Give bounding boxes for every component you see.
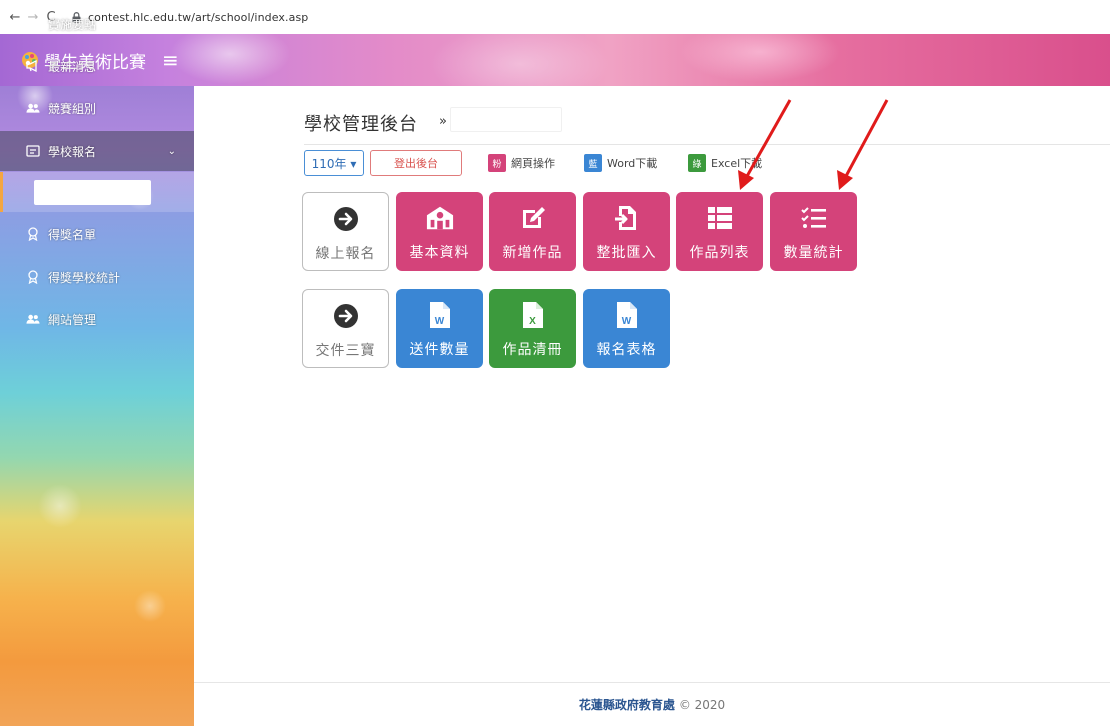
tile-label: 作品列表 (689, 245, 750, 261)
award-icon (26, 227, 40, 241)
word-file-icon: W (613, 301, 641, 329)
sidebar-item-guidelines[interactable]: 實施要點 (0, 4, 194, 44)
excel-file-icon: X (519, 301, 547, 329)
school-name-field (450, 107, 562, 132)
footer-copyright: © 2020 (678, 697, 726, 712)
page-title: 學校管理後台 (304, 114, 418, 135)
users-icon (26, 101, 40, 115)
legend-label: 網頁操作 (511, 157, 555, 170)
sidebar-item-groups[interactable]: 競賽組別 (0, 88, 194, 128)
tile-label: 交件三寶 (315, 343, 376, 359)
arrow-circle-right-icon (332, 205, 360, 233)
logout-button[interactable]: 登出後台 (370, 150, 462, 176)
school-icon (426, 204, 454, 232)
award-icon (26, 270, 40, 284)
legend-excel: 綠 Excel下載 (688, 154, 762, 172)
sidebar-item-label: 實施要點 (48, 17, 97, 32)
edit-icon (519, 204, 547, 232)
submenu-field[interactable] (34, 180, 151, 205)
work-register-button[interactable]: X 作品清冊 (489, 289, 576, 368)
submission-count-button[interactable]: W 送件數量 (396, 289, 483, 368)
sidebar-item-label: 最新消息 (48, 59, 97, 74)
legend-swatch: 藍 (584, 154, 602, 172)
legend-web: 粉 網頁操作 (488, 154, 555, 172)
legend-label: Excel下載 (711, 157, 763, 170)
svg-text:W: W (434, 316, 444, 327)
sidebar-item-label: 得獎名單 (48, 227, 97, 242)
import-icon (613, 204, 641, 232)
legend-swatch: 粉 (488, 154, 506, 172)
sidebar-item-label: 競賽組別 (48, 101, 97, 116)
legend-swatch: 綠 (688, 154, 706, 172)
table-icon (706, 204, 734, 232)
sidebar-item-news[interactable]: 最新消息 (0, 46, 194, 86)
footer-org: 花蓮縣政府教育處 (578, 698, 675, 712)
tile-label: 新增作品 (502, 245, 563, 261)
sidebar-item-school-signup[interactable]: 學校報名 ⌄ (0, 131, 194, 171)
legend-word: 藍 Word下載 (584, 154, 657, 172)
count-stats-button[interactable]: 數量統計 (770, 192, 857, 271)
sidebar-item-school-stats[interactable]: 得獎學校統計 (0, 257, 194, 297)
file-icon (26, 17, 40, 31)
svg-text:W: W (621, 316, 631, 327)
basic-info-button[interactable]: 基本資料 (396, 192, 483, 271)
megaphone-icon (26, 59, 40, 73)
batch-import-button[interactable]: 整批匯入 (583, 192, 670, 271)
breadcrumb-separator: » (439, 114, 447, 129)
tile-label: 數量統計 (783, 245, 844, 261)
sidebar-item-label: 學校報名 (48, 144, 97, 159)
sidebar-item-winners[interactable]: 得獎名單 (0, 214, 194, 254)
legend-label: Word下載 (607, 157, 658, 170)
online-signup-button[interactable]: 線上報名 (302, 192, 389, 271)
signup-form-button[interactable]: W 報名表格 (583, 289, 670, 368)
main-content: 學校管理後台 » 110年 ▾ 登出後台 粉 網頁操作 藍 Word下載 綠 E… (194, 86, 1110, 682)
tile-label: 報名表格 (596, 342, 657, 358)
tile-label: 基本資料 (409, 245, 470, 261)
work-list-button[interactable]: 作品列表 (676, 192, 763, 271)
sidebar-item-site-admin[interactable]: 網站管理 (0, 299, 194, 339)
tile-label: 線上報名 (315, 246, 376, 262)
divider (304, 144, 1110, 145)
arrow-circle-right-icon (332, 302, 360, 330)
year-select[interactable]: 110年 ▾ (304, 150, 364, 176)
signup-icon (26, 144, 40, 158)
checklist-icon (800, 204, 828, 232)
add-work-button[interactable]: 新增作品 (489, 192, 576, 271)
sidebar-item-label: 得獎學校統計 (48, 270, 121, 285)
svg-text:X: X (529, 316, 537, 327)
sidebar-item-label: 網站管理 (48, 312, 97, 327)
users-icon (26, 312, 40, 326)
tile-label: 整批匯入 (596, 245, 657, 261)
chevron-down-icon: ⌄ (167, 145, 176, 157)
submission-kit-button[interactable]: 交件三寶 (302, 289, 389, 368)
tile-label: 作品清冊 (502, 342, 563, 358)
footer: 花蓮縣政府教育處 © 2020 (194, 682, 1110, 726)
tile-label: 送件數量 (409, 342, 470, 358)
word-file-icon: W (426, 301, 454, 329)
